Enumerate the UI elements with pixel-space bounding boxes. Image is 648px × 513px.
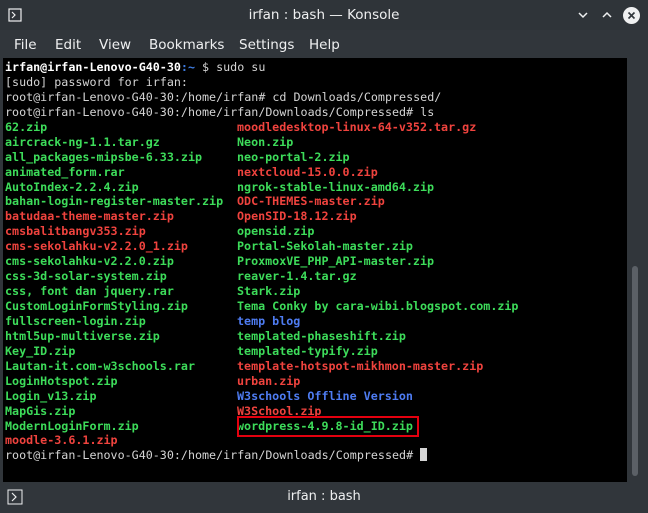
- title-bar: irfan : bash — Konsole: [0, 0, 648, 30]
- file-entry: reaver-1.4.tar.gz: [237, 269, 357, 284]
- listing-row: css-3d-solar-system.zip reaver-1.4.tar.gz: [5, 269, 441, 284]
- file-entry: nextcloud-15.0.0.zip: [237, 164, 378, 179]
- listing-row: all_packages-mipsbe-6.33.zip neo-portal-2…: [5, 150, 441, 165]
- ls-command: root@irfan-Lenovo-G40-30:/home/irfan/Dow…: [5, 104, 435, 119]
- prompt-command: $ sudo su: [195, 60, 266, 74]
- file-entry: bahan-login-register-master.zip: [5, 194, 224, 209]
- file-entry: OpenSID-18.12.zip: [237, 209, 357, 224]
- scrollbar[interactable]: [627, 58, 648, 482]
- menu-settings[interactable]: Settings: [239, 37, 294, 53]
- maximize-icon[interactable]: [598, 6, 616, 24]
- terminal-output[interactable]: irfan@irfan-Lenovo-G40-30:~ $ sudo su [s…: [3, 58, 627, 482]
- listing-row: Lautan-it.com-w3schools.rar template-hots…: [5, 358, 483, 374]
- menu-help[interactable]: Help: [309, 37, 340, 53]
- prompt-user: irfan@irfan-Lenovo-G40-30: [5, 60, 181, 74]
- sudo-prompt: [sudo] password for irfan:: [5, 74, 188, 89]
- file-entry: cms-sekolahku-v2.2.0.zip: [5, 254, 174, 269]
- file-entry: AutoIndex-2.2.4.zip: [5, 179, 139, 194]
- listing-row: animated_form.rar nextcloud-15.0.0.zip: [5, 165, 441, 180]
- file-entry: batudaa-theme-master.zip: [5, 209, 174, 224]
- menu-edit[interactable]: Edit: [55, 37, 81, 53]
- listing-row: aircrack-ng-1.1.tar.gz Neon.zip: [5, 135, 441, 150]
- minimize-icon[interactable]: [574, 6, 592, 24]
- file-entry: Lautan-it.com-w3schools.rar: [5, 358, 195, 373]
- file-entry: neo-portal-2.zip: [237, 149, 350, 164]
- file-entry: MapGis.zip: [5, 403, 76, 418]
- close-icon[interactable]: [622, 6, 640, 24]
- prompt-line: irfan@irfan-Lenovo-G40-30:~ $ sudo su: [5, 60, 441, 75]
- file-entry: Stark.zip: [237, 284, 301, 299]
- file-entry: html5up-multiverse.zip: [5, 328, 160, 343]
- file-entry: temp blog: [237, 313, 301, 328]
- listing-row: ModernLoginForm.zip wordpress-4.9.8-id_ID…: [5, 415, 441, 437]
- file-entry: Neon.zip: [237, 134, 294, 149]
- listing-row: cms-sekolahku-v2.2.0_1.zip Portal-Sekolah…: [5, 239, 441, 254]
- listing-row: Login_v13.zip W3schools Offline Version: [5, 389, 441, 404]
- menu-file[interactable]: File: [14, 37, 37, 53]
- file-entry: css, font dan jquery.rar: [5, 284, 174, 299]
- file-entry: animated_form.rar: [5, 164, 125, 179]
- listing-row: batudaa-theme-master.zip OpenSID-18.12.zi…: [5, 209, 441, 224]
- file-entry: ODC-THEMES-master.zip: [237, 194, 385, 209]
- file-entry: ModernLoginForm.zip: [5, 418, 139, 433]
- listing-row: Key_ID.zip templated-typify.zip: [5, 344, 441, 359]
- file-entry: Portal-Sekolah-master.zip: [237, 239, 413, 254]
- file-entry: cmsbalitbangv353.zip: [5, 224, 146, 239]
- file-entry: ProxmoxVE_PHP_API-master.zip: [237, 254, 435, 269]
- listing-row: AutoIndex-2.2.4.zip ngrok-stable-linux-am…: [5, 180, 441, 195]
- file-entry: moodle-3.6.1.zip: [5, 433, 118, 448]
- file-entry: opensid.zip: [237, 224, 315, 239]
- file-entry: cms-sekolahku-v2.2.0_1.zip: [5, 239, 188, 254]
- file-entry: Key_ID.zip: [5, 343, 76, 358]
- file-entry: aircrack-ng-1.1.tar.gz: [5, 134, 160, 149]
- listing-row: CustomLoginFormStyling.zip Tema Conky by …: [5, 299, 518, 314]
- listing-row: cmsbalitbangv353.zip opensid.zip: [5, 224, 441, 239]
- file-entry: template-hotspot-mikhmon-master.zip: [237, 358, 484, 373]
- prompt-path: :~: [180, 60, 195, 74]
- file-entry: templated-phaseshift.zip: [237, 328, 406, 343]
- listing-row: moodle-3.6.1.zip: [5, 433, 441, 448]
- listing-row: LoginHotspot.zip urban.zip: [5, 374, 441, 389]
- file-entry: LoginHotspot.zip: [5, 373, 118, 388]
- final-prompt-text: root@irfan-Lenovo-G40-30:/home/irfan/Dow…: [5, 448, 421, 463]
- menu-view[interactable]: View: [99, 37, 131, 53]
- file-entry: ngrok-stable-linux-amd64.zip: [237, 179, 435, 194]
- file-entry: all_packages-mipsbe-6.33.zip: [5, 149, 203, 164]
- text-cursor: [420, 448, 428, 462]
- file-entry: 62.zip: [5, 119, 48, 134]
- file-listing: 62.zip moodledesktop-linux-64-v352.tar.gz…: [5, 119, 518, 449]
- listing-row: 62.zip moodledesktop-linux-64-v352.tar.gz: [5, 119, 476, 135]
- listing-row: cms-sekolahku-v2.2.0.zip ProxmoxVE_PHP_AP…: [5, 254, 441, 269]
- listing-row: html5up-multiverse.zip templated-phaseshi…: [5, 329, 441, 344]
- tab-bash[interactable]: irfan : bash: [0, 489, 648, 504]
- final-prompt: root@irfan-Lenovo-G40-30:/home/irfan/Dow…: [5, 448, 441, 463]
- menu-bookmarks[interactable]: Bookmarks: [149, 37, 224, 53]
- cd-command: root@irfan-Lenovo-G40-30:/home/irfan# cd…: [5, 89, 442, 104]
- listing-row: fullscreen-login.zip temp blog: [5, 314, 441, 329]
- file-entry: fullscreen-login.zip: [5, 313, 146, 328]
- menu-bar: File Edit View Bookmarks Settings Help: [0, 30, 648, 58]
- file-entry: Tema Conky by cara-wibi.blogspot.com.zip: [237, 299, 519, 313]
- file-entry: css-3d-solar-system.zip: [5, 269, 167, 284]
- file-entry: W3schools Offline Version: [237, 388, 413, 403]
- window-title: irfan : bash — Konsole: [248, 7, 400, 23]
- file-entry: templated-typify.zip: [237, 343, 378, 358]
- file-entry: moodledesktop-linux-64-v352.tar.gz: [237, 119, 477, 134]
- file-entry: urban.zip: [237, 373, 301, 388]
- tab-bar: irfan : bash: [0, 482, 648, 513]
- file-entry: CustomLoginFormStyling.zip: [5, 299, 188, 313]
- scrollbar-thumb[interactable]: [632, 266, 638, 476]
- listing-row: css, font dan jquery.rar Stark.zip: [5, 284, 441, 299]
- listing-row: bahan-login-register-master.zip ODC-THEME…: [5, 194, 441, 209]
- file-entry: Login_v13.zip: [5, 388, 97, 403]
